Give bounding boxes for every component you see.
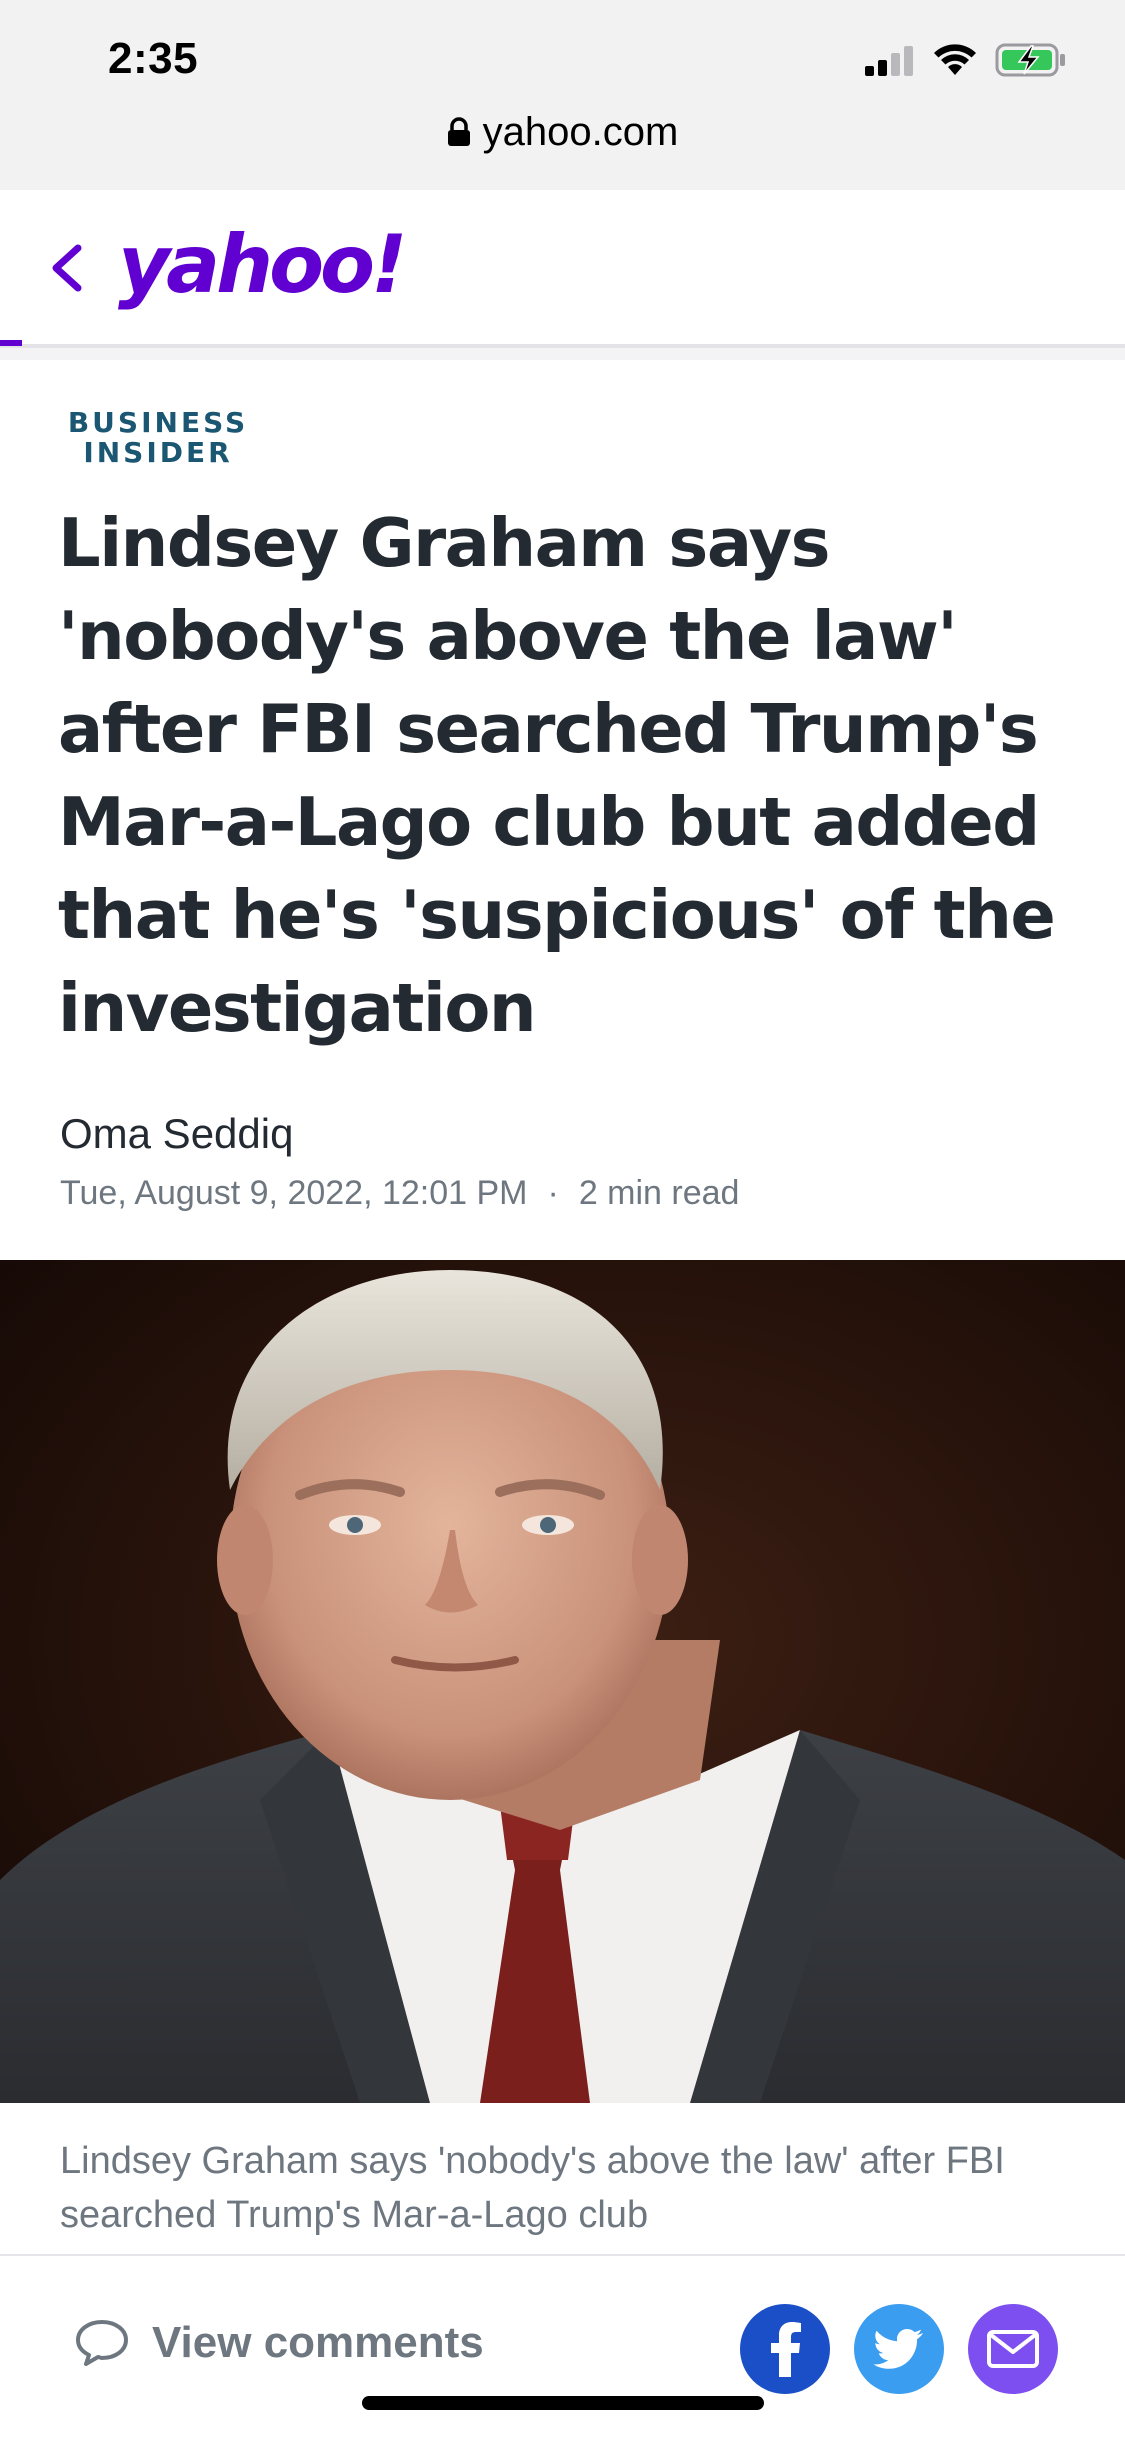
url-text: yahoo.com — [482, 109, 679, 154]
address-bar[interactable]: yahoo.com — [0, 104, 1125, 160]
status-time: 2:35 — [108, 34, 199, 83]
bottom-toolbar: View comments — [0, 2254, 1125, 2438]
facebook-icon — [771, 2322, 801, 2377]
article-photo[interactable] — [0, 1260, 1125, 2103]
share-email-button[interactable] — [968, 2304, 1058, 2394]
publisher-name-line1: BUSINESS — [67, 406, 249, 439]
twitter-icon — [873, 2329, 923, 2369]
share-facebook-button[interactable] — [740, 2304, 830, 2394]
status-icons — [865, 40, 1067, 80]
publisher-logo[interactable]: BUSINESS INSIDER — [58, 408, 258, 468]
article-meta: Tue, August 9, 2022, 12:01 PM · 2 min re… — [60, 1174, 739, 1213]
status-bar: 2:35 yahoo.com — [0, 0, 1125, 190]
meta-separator: · — [547, 1174, 559, 1212]
view-comments-button[interactable]: View comments — [74, 2318, 484, 2368]
article-author[interactable]: Oma Seddiq — [60, 1110, 293, 1158]
photo-caption: Lindsey Graham says 'nobody's above the … — [60, 2140, 1005, 2236]
comment-bubble-icon — [76, 2320, 128, 2366]
yahoo-logo[interactable]: yahoo! — [118, 218, 407, 311]
mail-icon — [987, 2330, 1039, 2368]
read-time: 2 min read — [578, 1174, 740, 1212]
reading-progress-bar — [0, 340, 22, 346]
home-indicator[interactable] — [362, 2396, 764, 2410]
article-date: Tue, August 9, 2022, 12:01 PM — [60, 1174, 528, 1212]
share-twitter-button[interactable] — [854, 2304, 944, 2394]
lock-icon — [447, 117, 470, 146]
view-comments-label: View comments — [152, 2318, 484, 2367]
cellular-signal-icon — [865, 46, 913, 76]
battery-charging-icon — [995, 43, 1065, 77]
publisher-name-line2: INSIDER — [83, 436, 233, 469]
app-header: yahoo! — [0, 190, 1125, 348]
article-headline: Lindsey Graham says 'nobody's above the … — [58, 504, 1056, 1047]
wifi-icon — [934, 44, 976, 75]
portrait-illustration — [0, 1260, 1125, 2103]
back-arrow-icon[interactable] — [44, 238, 88, 298]
header-divider — [0, 348, 1125, 360]
